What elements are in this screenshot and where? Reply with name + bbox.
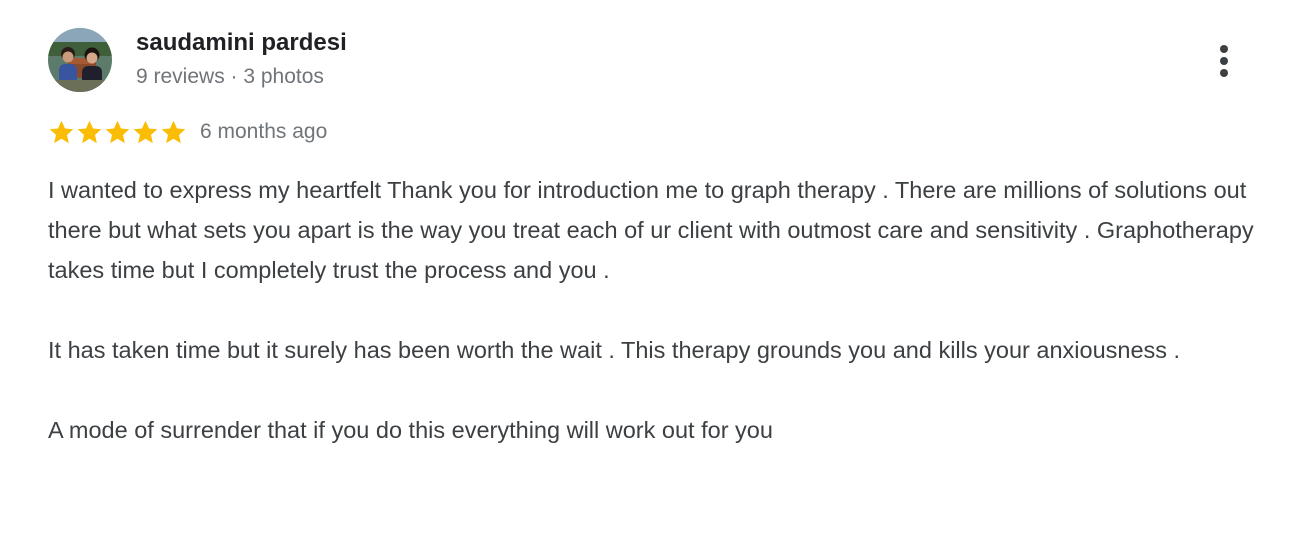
profile-photo-icon: [48, 28, 112, 92]
rating-row: 6 months ago: [48, 116, 327, 148]
review-date: 6 months ago: [200, 120, 328, 143]
star-icon: [105, 120, 130, 143]
more-vert-icon: [1220, 45, 1228, 77]
star-icon: [49, 120, 74, 143]
review-paragraph: It has taken time but it surely has been…: [48, 337, 1181, 363]
star-icon: [133, 120, 158, 143]
author-avatar[interactable]: [48, 28, 112, 92]
star-icon: [161, 120, 186, 143]
review-text: I wanted to express my heartfelt Thank y…: [48, 170, 1273, 450]
author-name[interactable]: saudamini pardesi: [136, 29, 347, 57]
review-paragraph: I wanted to express my heartfelt Thank y…: [48, 177, 1254, 283]
author-meta: 9 reviews · 3 photos: [136, 65, 324, 88]
more-options-button[interactable]: [1206, 38, 1242, 84]
review-paragraph: A mode of surrender that if you do this …: [48, 417, 773, 443]
review-card: saudamini pardesi 9 reviews · 3 photos 6…: [0, 0, 1314, 556]
star-rating: [48, 119, 188, 146]
star-icon: [77, 120, 102, 143]
